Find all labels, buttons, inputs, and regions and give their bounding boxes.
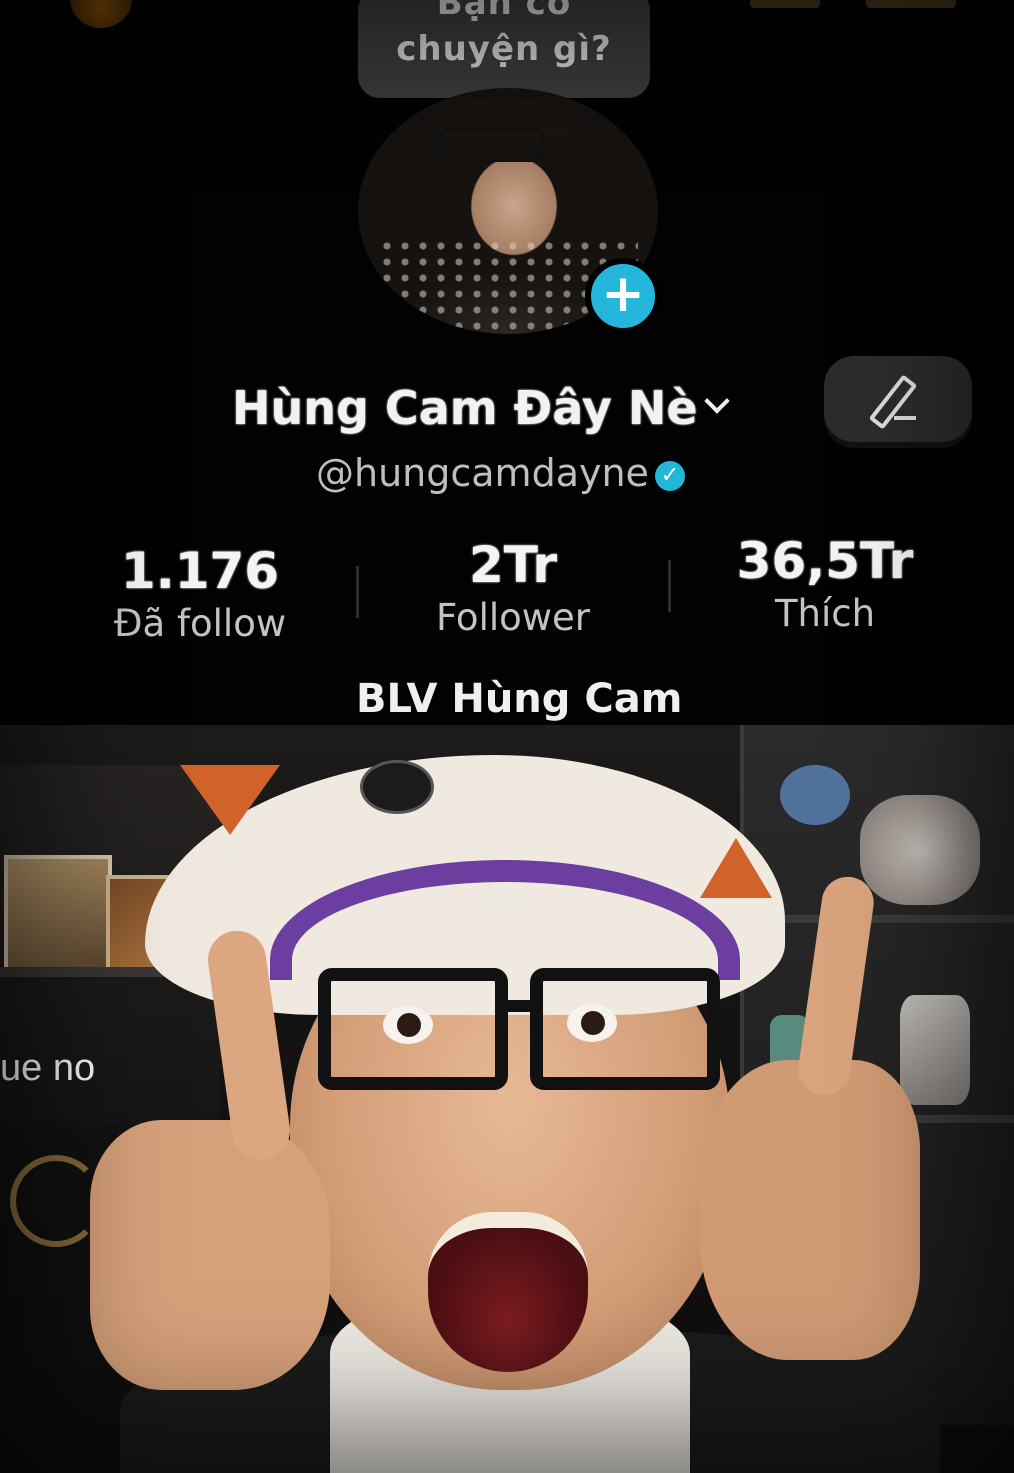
profile-name[interactable]: Hùng Cam Đây Nè bbox=[232, 378, 730, 438]
pen-underline bbox=[894, 416, 916, 420]
hat-ear bbox=[700, 838, 772, 898]
hat-ear bbox=[180, 765, 280, 835]
edit-profile-button[interactable] bbox=[824, 356, 972, 442]
display-name: Hùng Cam Đây Nè bbox=[232, 381, 698, 435]
left-hand bbox=[90, 1120, 330, 1390]
open-mouth bbox=[428, 1212, 588, 1372]
followers-count: 2Tr bbox=[468, 536, 558, 594]
glasses-bridge bbox=[505, 1000, 535, 1012]
speech-bubble-line-1: Bạn có bbox=[436, 0, 572, 23]
toy-figure bbox=[900, 995, 970, 1105]
glasses-lens bbox=[318, 968, 508, 1090]
top-bar-icon bbox=[866, 0, 956, 8]
toy-figure bbox=[860, 795, 980, 905]
top-bar-icon bbox=[750, 0, 820, 8]
verified-badge-icon: ✓ bbox=[654, 461, 685, 491]
following-count: 1.176 bbox=[120, 542, 280, 600]
toy-figure bbox=[780, 765, 850, 825]
bio-name: BLV Hùng Cam bbox=[356, 676, 683, 722]
followers-label: Follower bbox=[435, 596, 591, 639]
speech-bubble-line-2: chuyện gì? bbox=[396, 29, 612, 69]
profile-screenshot: Bạn có chuyện gì? + Hùng Cam Đây Nè @hun… bbox=[0, 0, 1014, 735]
coin-icon bbox=[70, 0, 132, 28]
caption-text: ue no bbox=[0, 1047, 96, 1089]
hat-button bbox=[360, 760, 434, 814]
speech-bubble[interactable]: Bạn có chuyện gì? bbox=[358, 0, 650, 98]
stat-divider bbox=[668, 560, 671, 612]
stat-followers[interactable]: 2Tr Follower bbox=[418, 536, 608, 642]
profile-handle: @hungcamdayne ✓ bbox=[316, 446, 685, 500]
handle-text: @hungcamdayne bbox=[316, 451, 649, 495]
likes-count: 36,5Tr bbox=[736, 532, 914, 590]
video-frame: Bạn có chuyện gì? + Hùng Cam Đây Nè @hun… bbox=[0, 0, 1014, 1473]
stat-likes[interactable]: 36,5Tr Thích bbox=[730, 532, 920, 638]
avatar-glasses bbox=[436, 128, 546, 162]
following-label: Đã follow bbox=[113, 602, 287, 645]
neon-lamp bbox=[10, 1155, 102, 1247]
pen-icon bbox=[868, 374, 918, 430]
add-story-icon[interactable]: + bbox=[585, 258, 661, 334]
likes-label: Thích bbox=[774, 592, 876, 635]
stat-following[interactable]: 1.176 Đã follow bbox=[100, 542, 300, 648]
chevron-down-icon[interactable] bbox=[703, 388, 730, 414]
right-hand bbox=[700, 1060, 920, 1360]
photo-frame bbox=[4, 855, 112, 973]
stat-divider bbox=[356, 566, 359, 618]
glasses-lens bbox=[530, 968, 720, 1090]
